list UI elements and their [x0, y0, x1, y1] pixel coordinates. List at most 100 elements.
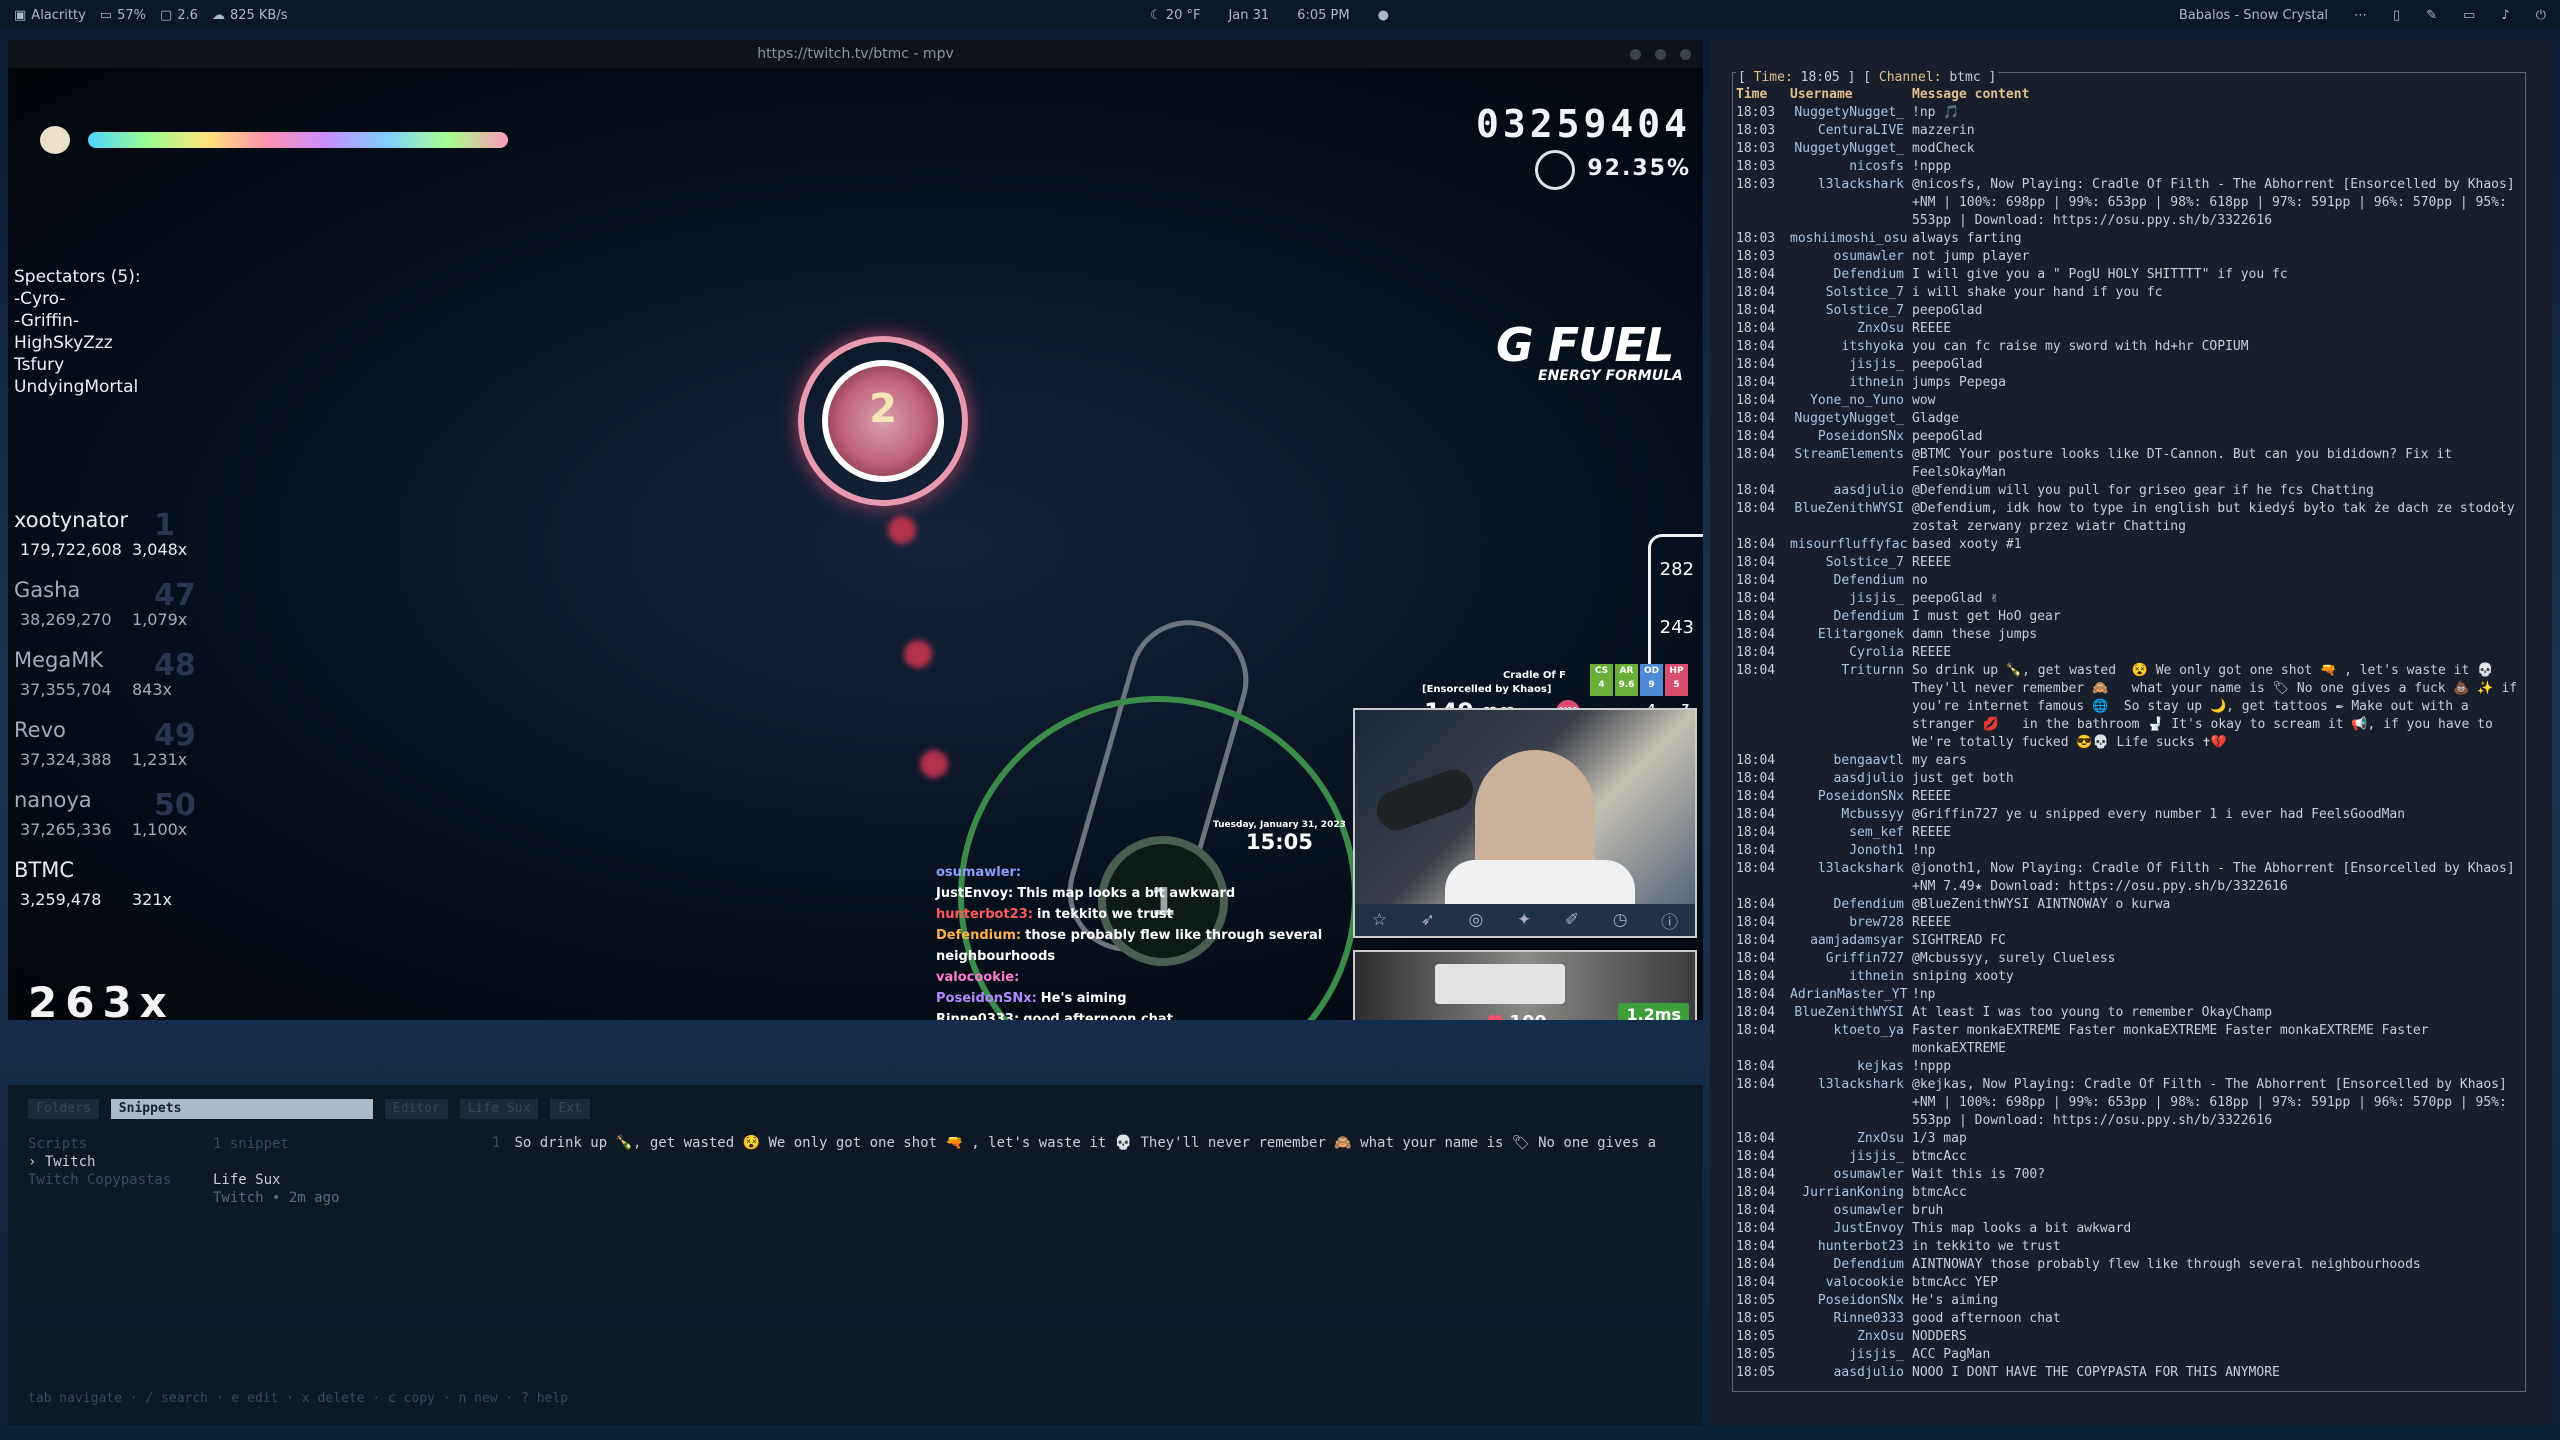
pp-song: Cradle Of F [1502, 670, 1566, 681]
minimize-button[interactable] [1630, 48, 1641, 60]
webcam-icons: ☆ ➶ ◎ ✦ ✐ ◷ ⓘ [1355, 904, 1695, 936]
tab-folders[interactable]: Folders [28, 1099, 99, 1119]
power-icon[interactable]: ⏻ [2536, 8, 2546, 23]
row-message: btmcAcc YEP [1912, 1275, 1999, 1290]
row-message: @Griffin727 ye u snipped every number 1 … [1912, 807, 2406, 822]
chat-row: 18:04 jisjis_ btmcAcc [1736, 1148, 2524, 1166]
score-counter: 03259404 [1475, 102, 1691, 146]
ellipsis-icon[interactable]: ⋯ [2354, 8, 2367, 23]
color-picker-icon[interactable]: ✎ [2426, 8, 2437, 23]
row-username: Elitargonek [1817, 627, 1904, 642]
chat-row: 18:05 aasdjulio NOOO I DONT HAVE THE COPYP… [1736, 1364, 2524, 1382]
folder-item[interactable]: Scripts [28, 1135, 171, 1153]
combo-counter: 263x [28, 978, 175, 1020]
row-username: Cyrolia [1849, 645, 1904, 660]
row-message: This map looks a bit awkward [1912, 1221, 2132, 1236]
key1-count: 282 [1659, 559, 1694, 580]
row-message: REEEE [1912, 915, 1952, 930]
folder-item[interactable]: Twitch Copypastas [28, 1171, 171, 1189]
chat-row: 18:03 l3lackshark @nicosfs, Now Playing: C… [1736, 176, 2524, 230]
row-username: osumawler [1833, 249, 1904, 264]
tab-editor[interactable]: Editor [384, 1099, 448, 1119]
row-time: 18:05 [1736, 1293, 1776, 1308]
chat-username: osumawler: [936, 865, 1022, 880]
row-time: 18:04 [1736, 1203, 1776, 1218]
sponsor-tagline: ENERGY FORMULA [1538, 368, 1683, 384]
chat-row: 18:04 brew728 REEEE [1736, 914, 2524, 932]
key2-count: 243 [1659, 617, 1694, 638]
row-message: btmcAcc [1912, 1149, 1967, 1164]
clipboard-icon[interactable]: ▯ [2393, 8, 2400, 23]
leaderboard-rank: 47 [154, 578, 196, 613]
leaderboard-entry: Revo 37,324,388 1,231x 49 [14, 718, 196, 788]
row-time: 18:04 [1736, 285, 1776, 300]
maximize-button[interactable] [1655, 48, 1666, 60]
row-time: 18:04 [1736, 1131, 1776, 1146]
row-username: jisjis_ [1849, 357, 1904, 372]
row-message: !np [1912, 987, 1936, 1002]
row-message: Gladge [1912, 411, 1959, 426]
volume-icon[interactable]: ♪ [2501, 8, 2509, 23]
mpv-window[interactable]: https://twitch.tv/btmc - mpv 03259404 92… [8, 40, 1703, 1020]
row-username: CenturaLIVE [1817, 123, 1904, 138]
chat-row: 18:04 l3lackshark @kejkas, Now Playing: Cr… [1736, 1076, 2524, 1130]
chat-row: 18:04 ithnein sniping xooty [1736, 968, 2524, 986]
leaderboard-name: BTMC [14, 858, 75, 882]
map-stat: CS 4 [1590, 664, 1613, 696]
col-time: Time [1736, 87, 1768, 102]
cpu-label: 2.6 [177, 7, 198, 23]
now-playing-label[interactable]: Babalos - Snow Crystal [2179, 8, 2328, 23]
row-message: I will give you a " PogU HOLY SHITTTT" i… [1912, 267, 2288, 282]
chat-row: 18:05 jisjis_ ACC PagMan [1736, 1346, 2524, 1364]
tab-life-sux[interactable]: Life Sux [459, 1099, 539, 1119]
row-message: SIGHTREAD FC [1912, 933, 2006, 948]
mpv-titlebar[interactable]: https://twitch.tv/btmc - mpv [8, 40, 1703, 68]
folder-item[interactable]: › Twitch [28, 1153, 171, 1171]
display-icon[interactable]: ▭ [2463, 8, 2475, 23]
row-message: good afternoon chat [1912, 1311, 2061, 1326]
leaderboard-score: 37,265,336 [20, 820, 112, 839]
row-message: NODDERS [1912, 1329, 1967, 1344]
chat-message: This map looks a bit awkward [1017, 886, 1236, 901]
row-username: ithnein [1849, 969, 1904, 984]
row-username: aasdjulio [1833, 483, 1904, 498]
chat-username: Defendium: [936, 928, 1022, 943]
hp-bar [88, 132, 508, 148]
chat-row: 18:04 Solstice_7 i will shake your hand if… [1736, 284, 2524, 302]
chat-terminal[interactable]: [ Time: 18:05 ] [ Channel: btmc ] Time Us… [1710, 40, 2552, 1425]
network-widget: ☁ 825 KB/s [212, 8, 288, 23]
row-time: 18:04 [1736, 861, 1776, 876]
row-message: ACC PagMan [1912, 1347, 1991, 1362]
folder-list: Scripts › Twitch Twitch Copypastas [28, 1135, 171, 1189]
row-time: 18:04 [1736, 1059, 1776, 1074]
leaderboard-entry: nanoya 37,265,336 1,100x 50 [14, 788, 196, 858]
row-message: @BlueZenithWYSI AINTNOWAY o kurwa [1912, 897, 2171, 912]
map-stat-key: OD [1643, 666, 1660, 676]
tab-ext[interactable]: Ext [550, 1099, 590, 1119]
row-time: 18:04 [1736, 393, 1776, 408]
row-time: 18:04 [1736, 1221, 1776, 1236]
row-message: Faster monkaEXTREME Faster monkaEXTREME … [1912, 1023, 2437, 1056]
snippet-manager[interactable]: Folders Snippets Editor Life Sux Ext Scripts… [8, 1085, 1703, 1425]
row-message: REEEE [1912, 645, 1952, 660]
close-button[interactable] [1680, 48, 1691, 60]
row-message: @kejkas, Now Playing: Cradle Of Filth - … [1912, 1077, 2515, 1128]
snippet-item[interactable]: Life Sux [213, 1171, 339, 1189]
workspace-app[interactable]: ▣ Alacritty [14, 8, 86, 23]
snippet-list: 1 snippet Life Sux Twitch • 2m ago [213, 1135, 339, 1207]
row-message: peepoGlad [1912, 357, 1983, 372]
tab-snippets[interactable]: Snippets [110, 1099, 373, 1119]
cpu-widget: ▢ 2.6 [160, 8, 198, 23]
row-time: 18:04 [1736, 1077, 1776, 1092]
row-message: At least I was too young to remember Oka… [1912, 1005, 2273, 1020]
row-username: l3lackshark [1817, 1077, 1904, 1092]
row-username: Defendium [1833, 573, 1904, 588]
star-icon: ☆ [1371, 910, 1388, 930]
row-username: moshiimoshi_osu [1790, 231, 1908, 246]
microphone-image [1371, 764, 1479, 836]
row-username: PoseidonSNx [1817, 1293, 1904, 1308]
row-message: modCheck [1912, 141, 1975, 156]
row-time: 18:04 [1736, 1149, 1776, 1164]
row-time: 18:04 [1736, 771, 1776, 786]
ping-badge: 1.2ms [1618, 1003, 1689, 1020]
